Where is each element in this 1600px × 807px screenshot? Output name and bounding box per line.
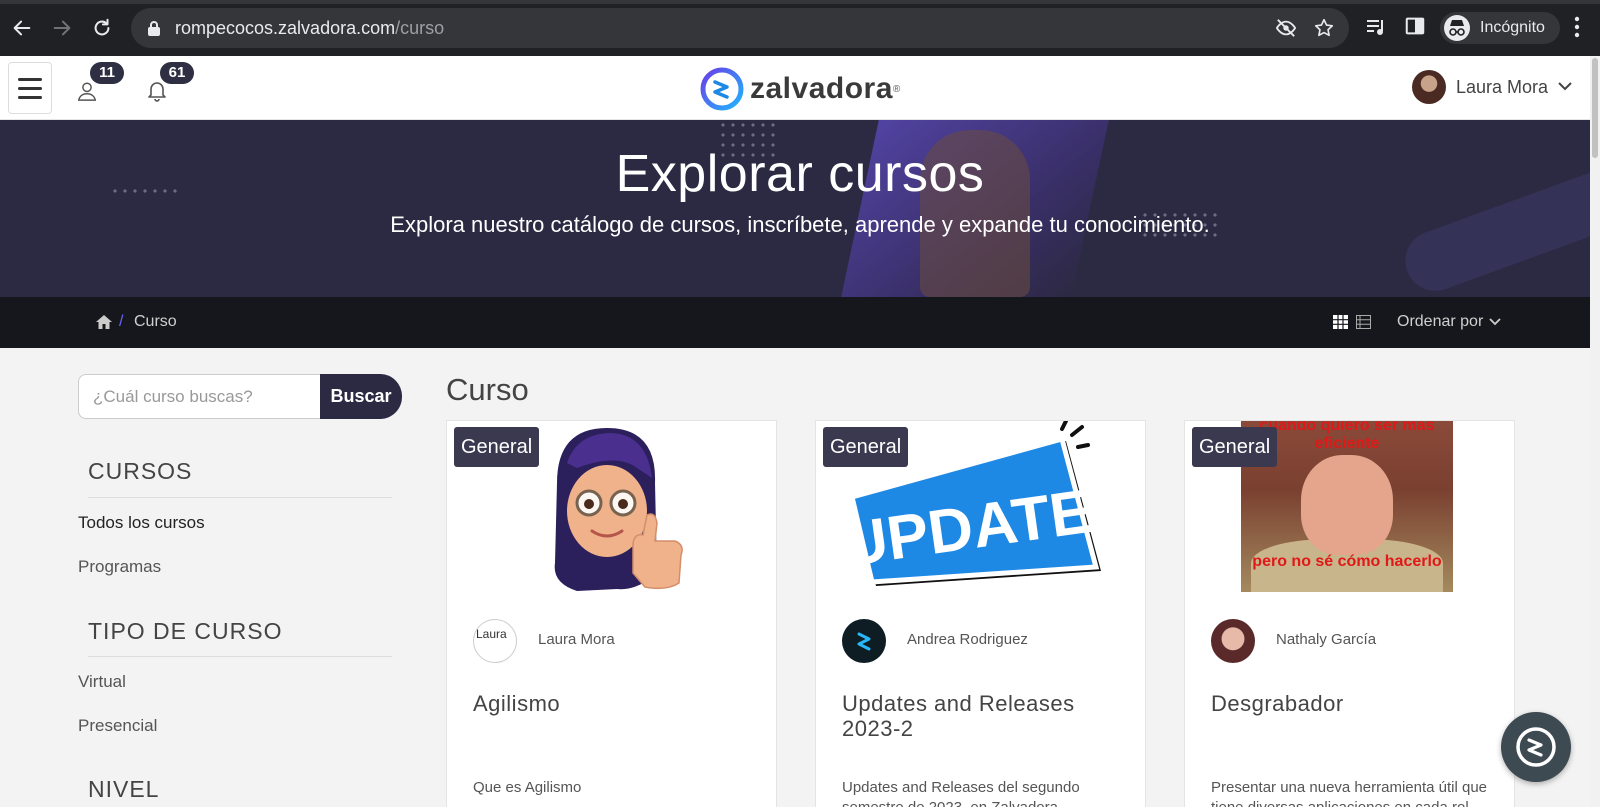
course-card[interactable]: General UPDATE Andrea Rodriguez Updates … <box>815 420 1146 807</box>
sidebar-heading-tipo-de-curso: TIPO DE CURSO <box>88 618 283 644</box>
breadcrumb-current: Curso <box>134 313 177 330</box>
course-author: Laura Mora <box>538 631 615 648</box>
browser-menu-icon[interactable] <box>1574 16 1580 43</box>
meme-bottom-text: pero no sé cómo hacerlo <box>1252 553 1442 570</box>
course-description: Updates and Releases del segundo semestr… <box>842 779 1080 807</box>
course-search: Buscar <box>78 374 402 419</box>
course-title[interactable]: Updates and Releases 2023-2 <box>842 691 1132 741</box>
category-tag: General <box>1192 427 1278 467</box>
sort-label: Ordenar por <box>1397 313 1484 330</box>
course-card[interactable]: General cuando quiero ser más eficiente … <box>1184 420 1515 807</box>
user-menu[interactable]: Laura Mora <box>1412 70 1572 104</box>
tab-strip <box>0 0 1600 4</box>
course-description: Que es Agilismo <box>473 779 582 796</box>
sidebar-item-programas[interactable]: Programas <box>78 557 161 577</box>
course-title[interactable]: Desgrabador <box>1211 691 1501 716</box>
divider <box>88 497 392 498</box>
category-tag: General <box>823 427 909 467</box>
breadcrumb-separator: / <box>119 313 124 330</box>
zalvadora-chat-icon <box>1516 727 1556 767</box>
url-text: rompecocos.zalvadora.com/curso <box>175 18 445 38</box>
bookmark-star-icon[interactable] <box>1313 17 1335 44</box>
chevron-down-icon <box>1558 78 1572 96</box>
search-button[interactable]: Buscar <box>320 374 402 419</box>
notifications-badge: 61 <box>160 62 194 84</box>
course-author: Nathaly García <box>1276 631 1377 648</box>
scrollbar-thumb[interactable] <box>1592 58 1598 158</box>
page-title: Explorar cursos <box>615 145 985 203</box>
back-icon[interactable] <box>8 14 36 42</box>
section-title: Curso <box>446 372 529 407</box>
user-contacts-icon[interactable] <box>76 80 98 107</box>
hamburger-line <box>18 86 42 90</box>
chevron-down-icon <box>1489 318 1501 326</box>
author-avatar <box>1211 619 1255 663</box>
side-panel-icon[interactable] <box>1404 15 1426 42</box>
grid-view-icon[interactable] <box>1333 315 1348 334</box>
divider <box>88 656 392 657</box>
page-subtitle: Explora nuestro catálogo de cursos, insc… <box>390 212 1210 237</box>
chat-bot-button[interactable] <box>1501 712 1571 782</box>
course-image[interactable]: General <box>447 421 776 592</box>
author-avatar-broken-image: Laura <box>473 619 517 663</box>
incognito-icon <box>1444 15 1470 41</box>
sidebar-heading-cursos: CURSOS <box>88 458 193 484</box>
logo-wordmark: zalvadora <box>750 72 893 105</box>
sidebar-item-virtual[interactable]: Virtual <box>78 672 126 692</box>
breadcrumb: / Curso Ordenar por <box>0 297 1600 348</box>
course-description: Presentar una nueva herramienta útil que… <box>1211 779 1488 807</box>
site-header: 11 61 zalvadora ® Laura Mora <box>0 56 1600 120</box>
course-card[interactable]: General Laura Laura Mora Agilismo Que es… <box>446 420 777 807</box>
course-title[interactable]: Agilismo <box>473 691 763 716</box>
lock-icon[interactable] <box>147 20 161 41</box>
course-image[interactable]: General UPDATE <box>816 421 1145 592</box>
contacts-badge: 11 <box>90 62 124 84</box>
registered-mark: ® <box>892 83 901 95</box>
logo-mark-icon <box>700 67 744 111</box>
hero-banner: Explorar cursos Explora nuestro catálogo… <box>0 120 1600 297</box>
hamburger-line <box>18 77 42 81</box>
tracking-blocked-icon[interactable] <box>1275 18 1297 43</box>
address-bar[interactable]: rompecocos.zalvadora.com/curso <box>131 8 1349 48</box>
page-scrollbar[interactable] <box>1590 56 1600 807</box>
course-author: Andrea Rodriguez <box>907 631 1028 648</box>
list-view-icon[interactable] <box>1356 315 1371 334</box>
zalvadora-logo[interactable]: zalvadora ® <box>700 65 900 113</box>
bell-icon[interactable] <box>147 80 167 107</box>
user-name: Laura Mora <box>1456 76 1549 97</box>
forward-icon[interactable] <box>48 14 76 42</box>
category-tag: General <box>454 427 540 467</box>
sidebar-heading-nivel: NIVEL <box>88 776 160 802</box>
incognito-label: Incógnito <box>1480 19 1545 36</box>
sort-dropdown[interactable]: Ordenar por <box>1397 313 1501 331</box>
meme-figure <box>1301 455 1393 555</box>
sidebar-item-presencial[interactable]: Presencial <box>78 716 157 736</box>
avatar <box>1412 70 1446 104</box>
media-controls-icon[interactable] <box>1364 15 1388 44</box>
course-image[interactable]: General cuando quiero ser más eficiente … <box>1185 421 1514 592</box>
reload-icon[interactable] <box>88 14 116 42</box>
author-avatar <box>842 619 886 663</box>
search-input[interactable] <box>78 374 322 419</box>
incognito-indicator[interactable]: Incógnito <box>1440 12 1560 44</box>
home-icon[interactable] <box>95 314 113 335</box>
menu-toggle-button[interactable] <box>8 62 52 114</box>
browser-chrome: rompecocos.zalvadora.com/curso Incógnito <box>0 0 1600 56</box>
hamburger-line <box>18 95 42 99</box>
memoji-thumbs-up-image <box>554 428 683 591</box>
sidebar-item-todos-los-cursos[interactable]: Todos los cursos <box>78 513 205 533</box>
zalvadora-mark-icon <box>857 632 871 651</box>
